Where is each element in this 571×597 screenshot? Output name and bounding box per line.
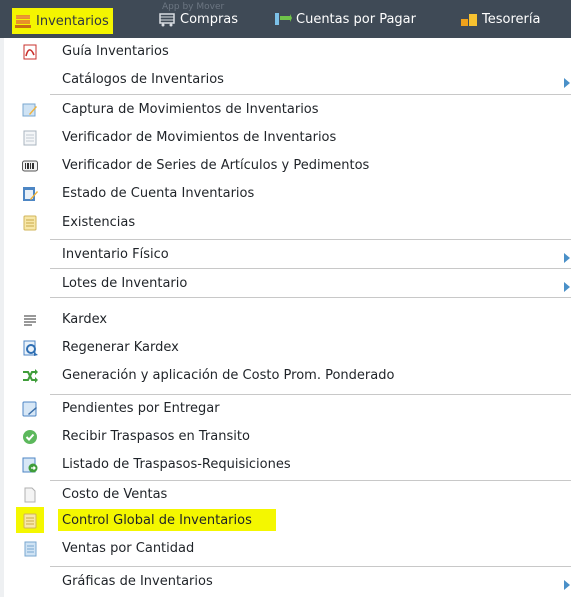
cart-icon bbox=[158, 11, 176, 27]
menu-item-label: Regenerar Kardex bbox=[62, 340, 179, 355]
separator bbox=[50, 94, 571, 95]
document-icon bbox=[22, 130, 38, 146]
menu-item-graficas-inventarios[interactable]: Gráficas de Inventarios bbox=[0, 568, 571, 596]
lines-icon bbox=[22, 312, 38, 328]
menu-compras[interactable]: Compras bbox=[158, 8, 238, 30]
refresh-document-icon bbox=[22, 340, 38, 356]
moneybag-icon bbox=[460, 11, 478, 27]
menu-item-label: Kardex bbox=[62, 312, 108, 327]
separator bbox=[50, 566, 571, 567]
notepad-edit-icon bbox=[22, 186, 38, 202]
menu-item-label: Estado de Cuenta Inventarios bbox=[62, 186, 255, 201]
menu-item-catalogos-inventarios[interactable]: Catálogos de Inventarios bbox=[0, 66, 571, 94]
pdf-icon bbox=[22, 44, 38, 60]
menu-item-ventas-cantidad[interactable]: Ventas por Cantidad bbox=[0, 535, 571, 563]
shuffle-icon bbox=[22, 368, 38, 384]
menu-item-verificador-series[interactable]: Verificador de Series de Artículos y Ped… bbox=[0, 152, 571, 180]
menu-item-captura-movimientos[interactable]: Captura de Movimientos de Inventarios bbox=[0, 96, 571, 124]
menu-item-verificador-movimientos[interactable]: Verificador de Movimientos de Inventario… bbox=[0, 124, 571, 152]
menu-item-label: Catálogos de Inventarios bbox=[62, 72, 224, 87]
submenu-arrow-icon bbox=[563, 278, 571, 292]
menu-item-guia-inventarios[interactable]: Guía Inventarios bbox=[0, 38, 571, 66]
menu-tesoreria-label: Tesorería bbox=[482, 11, 541, 27]
menu-item-label: Ventas por Cantidad bbox=[62, 541, 195, 556]
menu-inventarios[interactable]: Inventarios bbox=[12, 8, 113, 34]
menu-cuentas-label: Cuentas por Pagar bbox=[296, 11, 416, 27]
menu-compras-label: Compras bbox=[180, 11, 239, 27]
menu-item-label: Listado de Traspasos-Requisiciones bbox=[62, 457, 291, 472]
menu-item-kardex[interactable]: Kardex bbox=[0, 306, 571, 334]
menu-item-estado-cuenta[interactable]: Estado de Cuenta Inventarios bbox=[0, 180, 571, 208]
menu-item-label: Costo de Ventas bbox=[62, 487, 168, 502]
menu-item-label: Verificador de Movimientos de Inventario… bbox=[62, 130, 337, 145]
menu-item-label: Existencias bbox=[62, 215, 136, 230]
menu-item-inventario-fisico[interactable]: Inventario Físico bbox=[0, 241, 571, 269]
separator bbox=[50, 239, 571, 240]
menu-item-pendientes-entregar[interactable]: Pendientes por Entregar bbox=[0, 395, 571, 423]
submenu-arrow-icon bbox=[563, 576, 571, 590]
menu-inventarios-label: Inventarios bbox=[36, 13, 109, 29]
table-document-icon bbox=[22, 541, 38, 557]
barcode-icon bbox=[22, 158, 38, 174]
accounts-payable-icon bbox=[274, 11, 292, 27]
menu-item-label: Captura de Movimientos de Inventarios bbox=[62, 102, 319, 117]
menu-tesoreria[interactable]: Tesorería bbox=[460, 8, 540, 30]
warehouse-icon bbox=[14, 13, 32, 29]
submenu-arrow-icon bbox=[563, 74, 571, 88]
menu-item-control-global[interactable]: Control Global de Inventarios bbox=[0, 507, 571, 535]
check-circle-icon bbox=[22, 429, 38, 445]
menu-item-label: Pendientes por Entregar bbox=[62, 401, 220, 416]
menu-item-label: Generación y aplicación de Costo Prom. P… bbox=[62, 368, 395, 383]
submenu-arrow-icon bbox=[563, 249, 571, 263]
menu-item-lotes-inventario[interactable]: Lotes de Inventario bbox=[0, 270, 571, 298]
menu-item-label: Gráficas de Inventarios bbox=[62, 574, 213, 589]
edit-form-icon bbox=[22, 102, 38, 118]
menu-item-label: Inventario Físico bbox=[62, 247, 169, 262]
menu-item-regenerar-kardex[interactable]: Regenerar Kardex bbox=[0, 334, 571, 362]
menu-item-label: Lotes de Inventario bbox=[62, 276, 188, 291]
menu-item-label: Control Global de Inventarios bbox=[62, 513, 252, 528]
menu-item-label: Verificador de Series de Artículos y Ped… bbox=[62, 158, 370, 173]
notepad-icon bbox=[22, 215, 38, 231]
blank-document-icon bbox=[22, 487, 38, 503]
menu-item-existencias[interactable]: Existencias bbox=[0, 209, 571, 237]
transfer-list-icon bbox=[22, 457, 38, 473]
top-menubar: App by Mover Inventarios Compras Cuentas… bbox=[0, 0, 571, 38]
menu-item-recibir-traspasos[interactable]: Recibir Traspasos en Transito bbox=[0, 423, 571, 451]
pending-delivery-icon bbox=[22, 401, 38, 417]
menu-item-listado-traspasos[interactable]: Listado de Traspasos-Requisiciones bbox=[0, 451, 571, 479]
menu-item-label: Recibir Traspasos en Transito bbox=[62, 429, 250, 444]
menu-item-costo-prom-ponderado[interactable]: Generación y aplicación de Costo Prom. P… bbox=[0, 362, 571, 390]
menu-cuentas-por-pagar[interactable]: Cuentas por Pagar bbox=[274, 8, 416, 30]
menu-item-costo-ventas[interactable]: Costo de Ventas bbox=[0, 481, 571, 509]
notepad-icon bbox=[22, 513, 38, 529]
inventarios-dropdown: Guía Inventarios Catálogos de Inventario… bbox=[0, 38, 571, 597]
menu-item-label: Guía Inventarios bbox=[62, 44, 169, 59]
